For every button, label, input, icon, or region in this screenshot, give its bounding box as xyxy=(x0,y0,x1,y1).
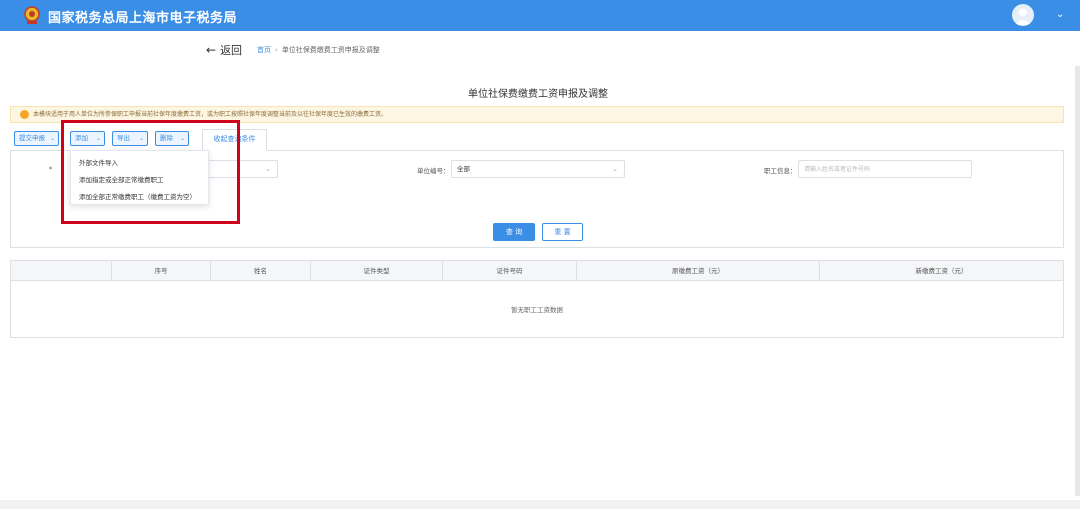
employee-search-input[interactable] xyxy=(798,160,972,178)
page-title: 单位社保费缴费工资申报及调整 xyxy=(468,89,608,100)
chevron-down-icon: ⌄ xyxy=(138,135,144,142)
collapse-query-tab[interactable]: 收起查询条件 xyxy=(202,129,267,151)
field1-select[interactable]: ⌄ xyxy=(201,160,278,178)
table-header: 序号 姓名 证件类型 证件号码 原缴费工资（元） 新缴费工资（元） xyxy=(11,261,1063,281)
employee-label: 职工信息： xyxy=(764,167,797,175)
column-header-index: 序号 xyxy=(111,261,210,281)
arrow-left-icon: ← xyxy=(206,43,217,57)
back-link[interactable]: ← 返回 xyxy=(206,42,242,58)
column-header-name: 姓名 xyxy=(210,261,310,281)
breadcrumb-home[interactable]: 首页 xyxy=(257,46,271,54)
column-header-old-salary: 原缴费工资（元） xyxy=(576,261,819,281)
notice-banner: 本模块适用于用人单位为所参保职工申报当前社保年度缴费工资，或为职工按照社保年度调… xyxy=(10,106,1064,123)
unit-no-label: 单位编号： xyxy=(417,167,450,175)
empty-table-message: 暂无职工工资数据 xyxy=(511,306,563,314)
export-label: 导出 xyxy=(117,134,130,142)
delete-label: 删除 xyxy=(160,134,173,142)
menu-item-import-file[interactable]: 外部文件导入 xyxy=(79,157,118,167)
salary-table: 序号 姓名 证件类型 证件号码 原缴费工资（元） 新缴费工资（元） 暂无职工工资… xyxy=(10,260,1064,338)
column-header-id-number: 证件号码 xyxy=(442,261,576,281)
user-avatar-icon[interactable] xyxy=(1012,4,1034,26)
warning-icon xyxy=(20,110,29,119)
unit-no-select[interactable]: 全部 ⌄ xyxy=(451,160,625,178)
breadcrumb-separator: › xyxy=(275,46,278,54)
column-header-checkbox xyxy=(11,261,111,281)
chevron-down-icon: ⌄ xyxy=(179,135,185,142)
unit-no-value: 全部 xyxy=(457,165,470,173)
back-label: 返回 xyxy=(220,44,243,57)
add-label: 添加 xyxy=(75,134,88,142)
chevron-down-icon: ⌄ xyxy=(95,135,101,142)
site-title: 国家税务总局上海市电子税务局 xyxy=(48,11,238,26)
tax-emblem-icon xyxy=(24,6,40,24)
add-dropdown-menu: 外部文件导入 添加指定或全部正常缴费职工 添加全部正常缴费职工（缴费工资为空） xyxy=(70,150,209,205)
chevron-down-icon: ⌄ xyxy=(265,165,271,173)
reset-button[interactable]: 重 置 xyxy=(542,223,583,241)
menu-item-add-specified-employees[interactable]: 添加指定或全部正常缴费职工 xyxy=(79,174,164,184)
chevron-down-icon[interactable]: ⌄ xyxy=(1056,9,1064,20)
submit-declaration-button[interactable]: 提交申报 ⌄ xyxy=(14,131,59,146)
chevron-down-icon: ⌄ xyxy=(49,135,55,142)
query-button[interactable]: 查 询 xyxy=(493,223,535,241)
export-button[interactable]: 导出 ⌄ xyxy=(112,131,148,146)
column-header-new-salary: 新缴费工资（元） xyxy=(819,261,1063,281)
column-header-id-type: 证件类型 xyxy=(310,261,442,281)
delete-button[interactable]: 删除 ⌄ xyxy=(155,131,189,146)
add-button[interactable]: 添加 ⌄ xyxy=(70,131,105,146)
menu-item-add-all-employees[interactable]: 添加全部正常缴费职工（缴费工资为空） xyxy=(79,191,196,201)
chevron-down-icon: ⌄ xyxy=(612,165,618,173)
footer-strip xyxy=(0,500,1080,509)
field1-label: * xyxy=(49,165,53,173)
top-header-bar: 国家税务总局上海市电子税务局 ⌄ xyxy=(0,0,1080,31)
breadcrumb-current: 单位社保费缴费工资申报及调整 xyxy=(281,46,380,54)
notice-text: 本模块适用于用人单位为所参保职工申报当前社保年度缴费工资，或为职工按照社保年度调… xyxy=(33,111,388,118)
vertical-scrollbar[interactable] xyxy=(1075,66,1080,496)
breadcrumb: 首页 › 单位社保费缴费工资申报及调整 xyxy=(257,45,380,55)
submit-declaration-label: 提交申报 xyxy=(19,134,45,142)
